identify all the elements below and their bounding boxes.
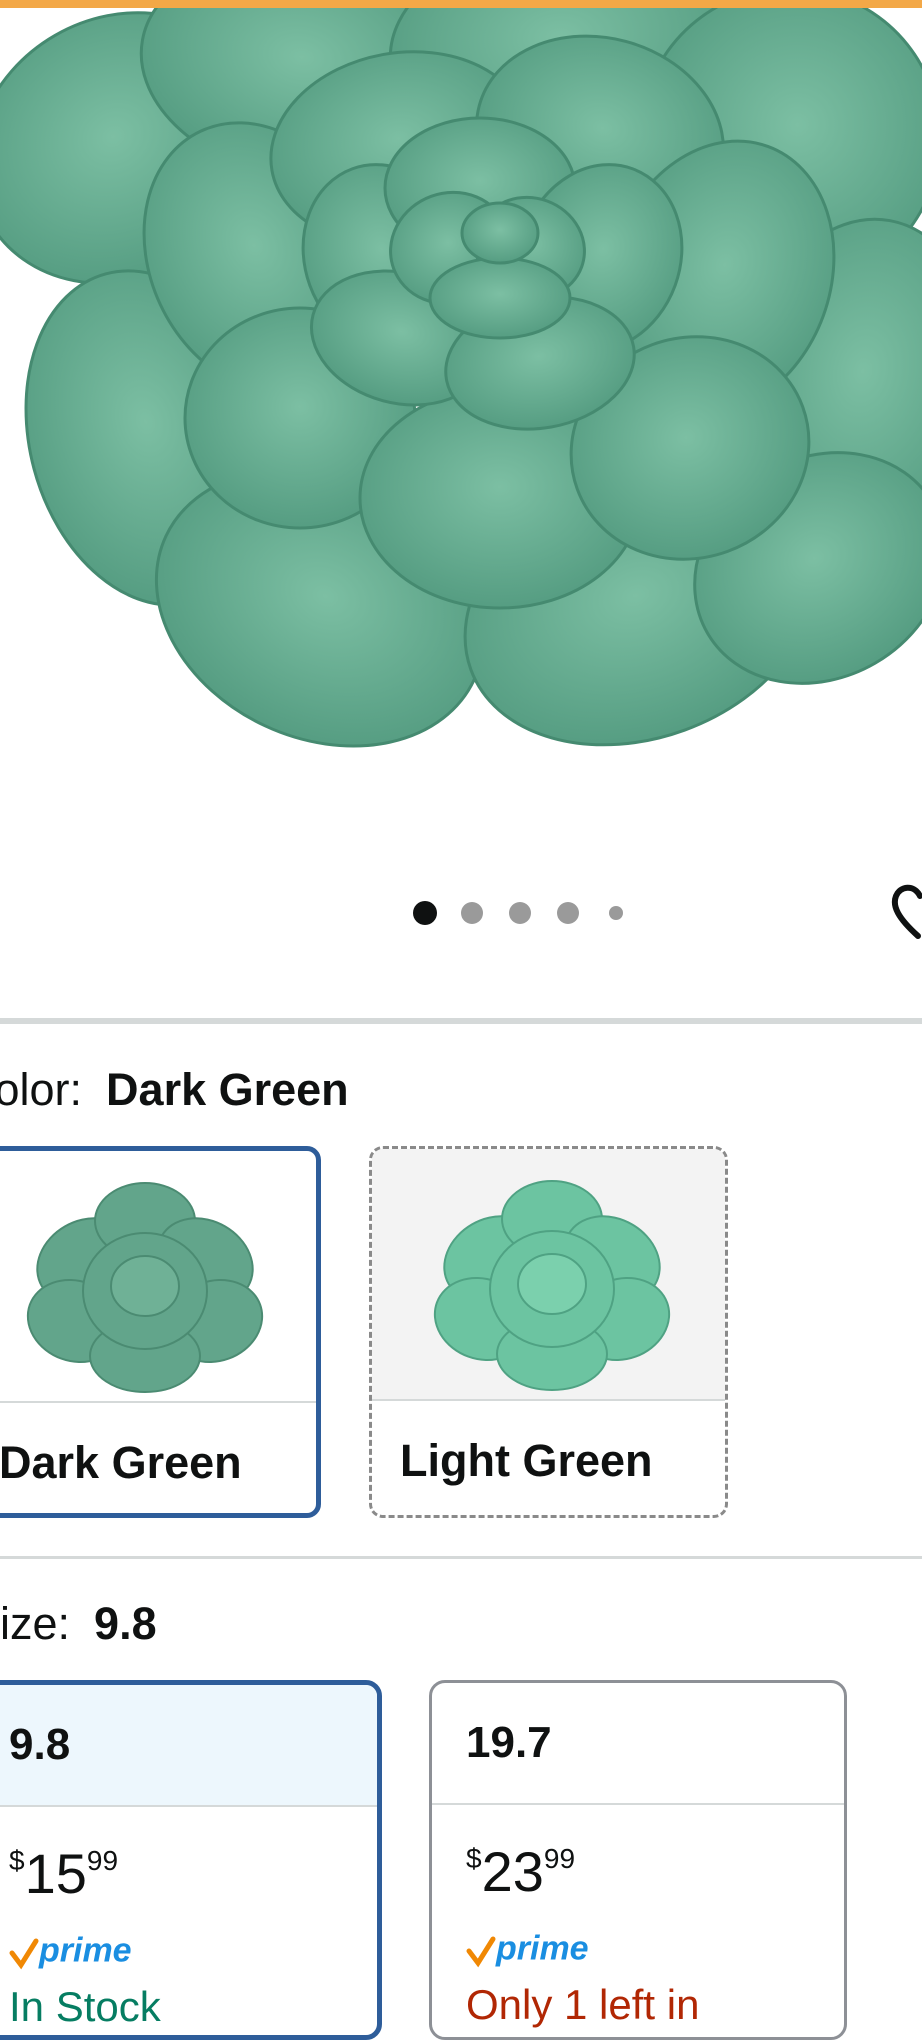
succulent-pillow-illustration [0, 8, 922, 748]
prime-badge: prime [9, 1929, 132, 1973]
dark-green-plush-thumbnail [26, 1182, 264, 1393]
color-label-row: Color: Dark Green [0, 1064, 349, 1116]
size-option-19-7[interactable]: 19.7 $2399 prime Only 1 left in [429, 1680, 847, 2040]
color-option-light-green[interactable]: Light Green [369, 1146, 728, 1518]
prime-check-icon [466, 1936, 496, 1968]
color-option-dark-green[interactable]: Dark Green [0, 1146, 321, 1518]
prime-check-icon [9, 1938, 39, 1970]
prime-text: prime [496, 1929, 589, 1968]
prime-text: prime [39, 1931, 132, 1970]
size-option-price: $1599 [9, 1841, 118, 1906]
availability-text: Only 1 left in [466, 1981, 700, 2028]
section-divider [0, 1556, 922, 1559]
product-image[interactable] [0, 8, 922, 848]
carousel-dot[interactable] [413, 901, 437, 925]
heart-icon[interactable] [888, 876, 922, 946]
price-currency: $ [466, 1843, 482, 1874]
color-label: Color: [0, 1064, 83, 1115]
carousel-dot[interactable] [609, 906, 623, 920]
price-fraction: 99 [543, 1843, 576, 1874]
size-label-row: Size: 9.8 [0, 1598, 157, 1650]
image-carousel-dots[interactable] [0, 898, 922, 928]
selected-size-value: 9.8 [94, 1598, 157, 1649]
prime-badge: prime [466, 1927, 589, 1971]
top-accent-bar [0, 0, 922, 8]
size-option-name: 9.8 [0, 1685, 377, 1807]
carousel-dot[interactable] [461, 902, 483, 924]
size-option-name: 19.7 [432, 1683, 844, 1805]
price-fraction: 99 [86, 1845, 119, 1876]
selected-color-value: Dark Green [106, 1064, 349, 1115]
section-divider [0, 1018, 922, 1024]
price-whole: 15 [24, 1842, 87, 1905]
swatch-image [0, 1151, 316, 1401]
carousel-dot[interactable] [509, 902, 531, 924]
light-green-plush-thumbnail [433, 1180, 671, 1391]
carousel-dot[interactable] [557, 902, 579, 924]
swatch-image [372, 1149, 725, 1399]
size-option-price: $2399 [466, 1839, 575, 1904]
availability-text: In Stock [9, 1983, 161, 2030]
swatch-label: Light Green [372, 1399, 725, 1515]
size-label: Size: [0, 1598, 71, 1649]
swatch-label: Dark Green [0, 1401, 316, 1513]
price-currency: $ [9, 1845, 25, 1876]
price-whole: 23 [481, 1840, 544, 1903]
size-option-9-8[interactable]: 9.8 $1599 prime In Stock [0, 1680, 382, 2040]
